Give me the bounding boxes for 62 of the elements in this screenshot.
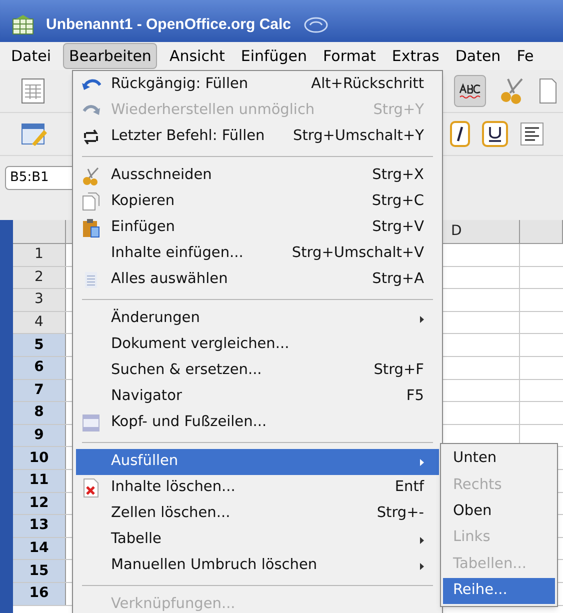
spreadsheet-icon[interactable] — [20, 77, 46, 105]
menu-item[interactable]: Rückgängig: Füllen Alt+Rückschritt — [76, 72, 439, 98]
menu-item[interactable]: Ansicht — [162, 42, 232, 70]
menu-item[interactable]: Manuellen Umbruch löschen — [76, 553, 439, 579]
row-header[interactable]: 6 — [13, 356, 66, 379]
menu-item[interactable]: Unten — [443, 446, 555, 472]
row-header[interactable]: 1 — [13, 244, 66, 266]
menu-item[interactable]: Daten — [448, 42, 508, 70]
row-header[interactable]: 4 — [13, 312, 66, 334]
menu-item[interactable]: Zellen löschen... Strg+- — [76, 501, 439, 527]
submenu-arrow-icon — [420, 458, 424, 466]
row-header[interactable]: 16 — [13, 582, 66, 604]
menu-item[interactable]: Oben — [443, 498, 555, 526]
menu-item[interactable]: Einfügen — [234, 42, 314, 70]
row-header[interactable]: 12 — [13, 492, 66, 514]
menu-item[interactable]: Änderungen — [76, 306, 439, 332]
clipboard-icon — [81, 218, 101, 238]
row-header[interactable]: 8 — [13, 402, 66, 424]
menu-item[interactable]: Kopf- und Fußzeilen... — [76, 410, 439, 436]
submenu-arrow-icon — [420, 316, 424, 322]
menu-item[interactable]: Navigator F5 — [76, 384, 439, 410]
row-header[interactable]: 5 — [13, 334, 66, 356]
row-header[interactable]: 13 — [13, 515, 66, 537]
row-header[interactable]: 2 — [13, 266, 66, 288]
underline-icon[interactable] — [482, 121, 508, 147]
row-header[interactable]: 10 — [13, 447, 66, 469]
menu-item[interactable]: Bearbeiten — [63, 42, 158, 70]
row-header[interactable]: 3 — [13, 289, 66, 311]
menu-item[interactable]: Letzter Befehl: Füllen Strg+Umschalt+Y — [76, 124, 439, 150]
row-header[interactable]: 11 — [13, 470, 66, 492]
row-header[interactable]: 7 — [13, 380, 66, 402]
menu-item[interactable]: Dokument vergleichen... — [76, 332, 439, 358]
swirl-icon — [303, 16, 330, 34]
copy-icon — [81, 192, 101, 212]
italic-icon[interactable] — [450, 121, 470, 147]
menu-item[interactable]: Ausfüllen — [76, 449, 439, 475]
spellcheck-icon — [458, 83, 482, 99]
header-footer-icon — [81, 413, 101, 433]
submenu-arrow-icon — [420, 562, 424, 570]
menu-item[interactable]: Kopieren Strg+C — [76, 189, 439, 215]
submenu-arrow-icon — [420, 536, 424, 544]
menu-item[interactable]: Fe — [510, 42, 541, 70]
window-title: Unbenannt1 - OpenOffice.org Calc — [46, 14, 292, 35]
align-left-icon[interactable] — [520, 122, 544, 146]
menu-item[interactable]: Inhalte einfügen... Strg+Umschalt+V — [76, 241, 439, 267]
menu-item[interactable]: Reihe... — [443, 578, 555, 604]
menu-item[interactable]: Datei — [4, 42, 58, 70]
menu-item[interactable]: Format — [316, 42, 383, 70]
delete-icon — [81, 478, 101, 498]
row-header[interactable]: 15 — [13, 560, 66, 582]
menu-item[interactable]: Inhalte löschen... Entf — [76, 475, 439, 501]
spellcheck-button[interactable] — [454, 75, 486, 107]
repeat-icon — [81, 127, 101, 147]
menu-item[interactable]: Einfügen Strg+V — [76, 215, 439, 241]
scissors-icon — [81, 166, 101, 186]
app-icon — [12, 15, 34, 35]
menu-item[interactable]: Tabelle — [76, 527, 439, 553]
menu-item[interactable]: Alles auswählen Strg+A — [76, 267, 439, 293]
row-header[interactable]: 9 — [13, 424, 66, 446]
menu-item[interactable]: Extras — [384, 42, 446, 70]
row-header[interactable]: 14 — [13, 538, 66, 560]
menu-item[interactable]: Suchen & ersetzen... Strg+F — [76, 358, 439, 384]
